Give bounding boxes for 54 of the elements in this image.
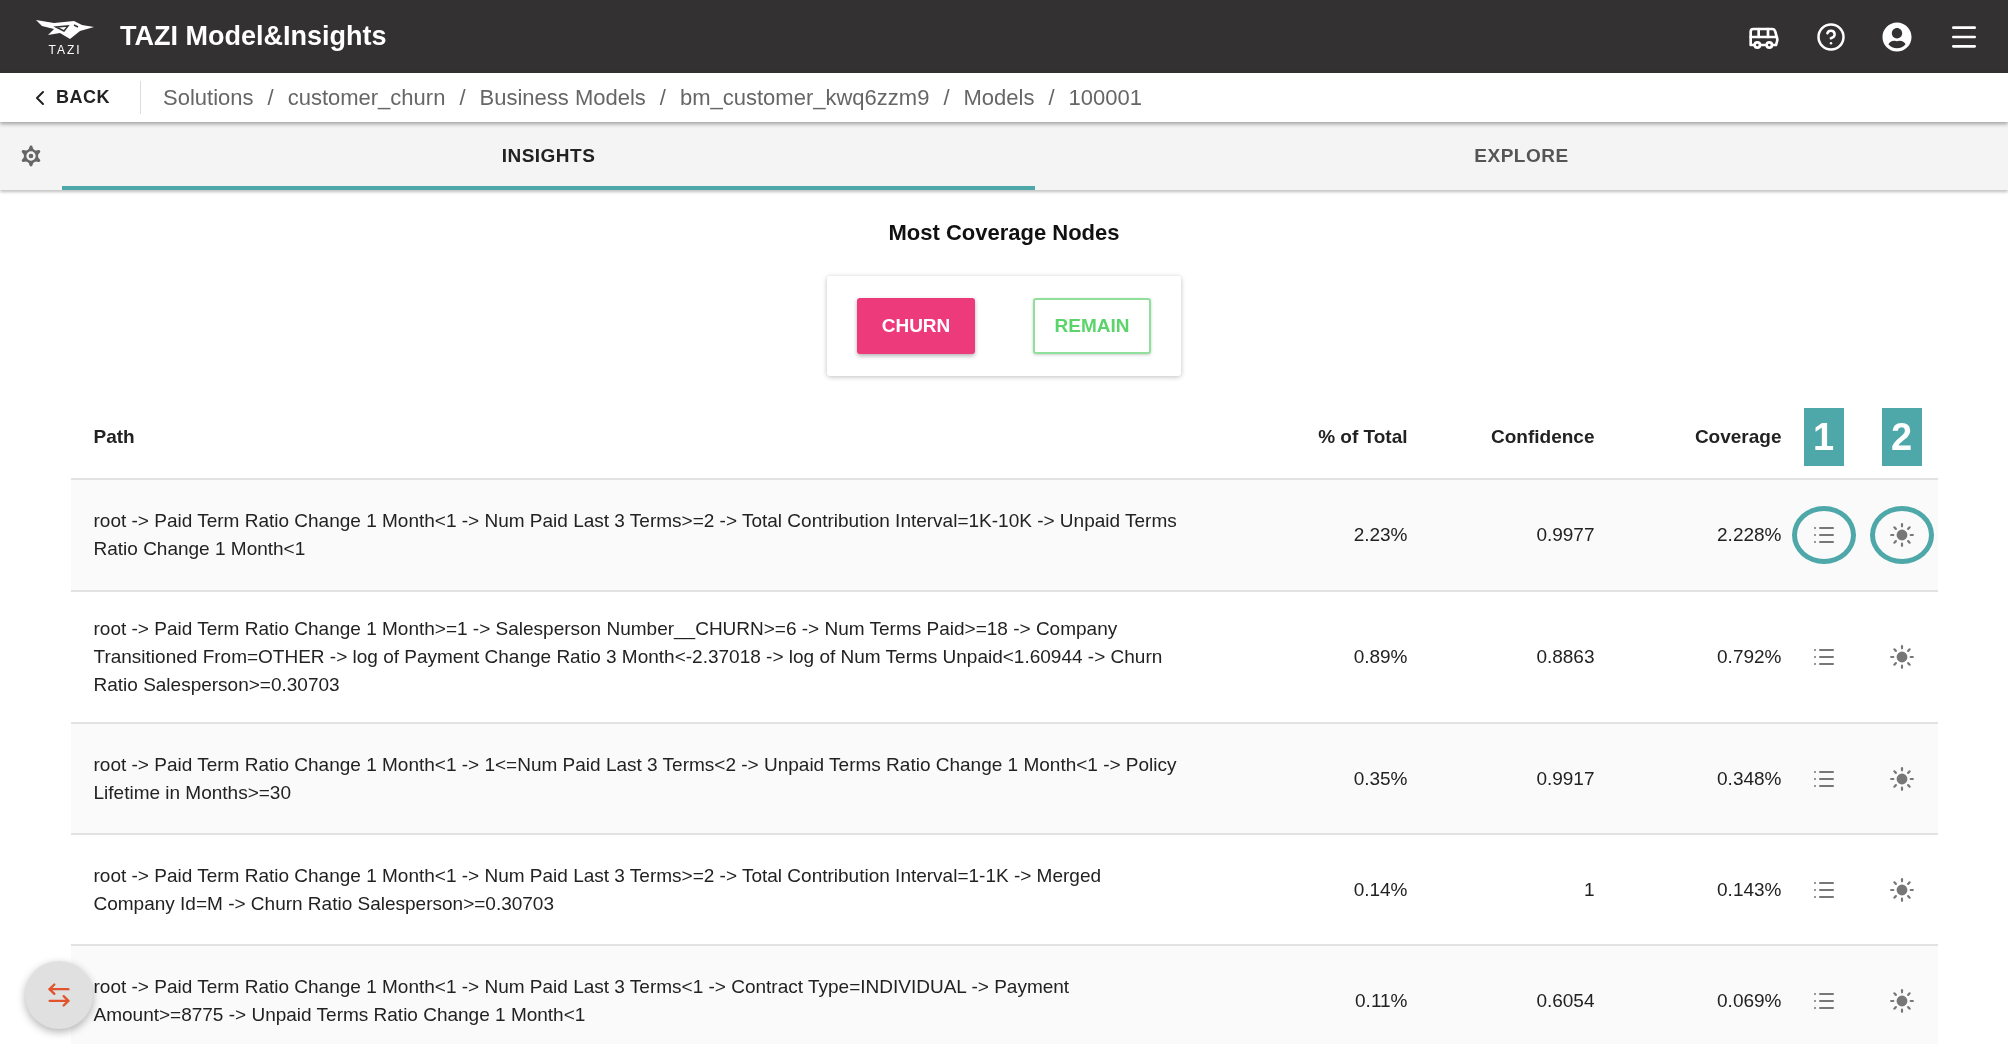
toggle-button[interactable]: CHURN [857,298,975,354]
percent-cell-text: 0.14% [1352,878,1408,901]
sun-icon [1888,876,1915,903]
sun-icon [1888,765,1915,792]
breadcrumb-link[interactable]: Business Models [479,84,646,111]
percent-cell-text: 0.35% [1352,767,1408,790]
breadcrumb-link[interactable]: customer_churn [287,84,446,111]
sun-button[interactable] [1869,506,1934,564]
help-icon[interactable] [1816,21,1846,52]
annotation-badge: 1 [1803,408,1844,466]
annotation-badge: 2 [1881,408,1922,466]
tab[interactable]: EXPLORE [1035,122,2008,190]
breadcrumb-link[interactable]: Models [963,84,1035,111]
path-cell-text: root -> Paid Term Ratio Change 1 Month<1 -> Num Paid Last 3 Terms>=2 -> Total Contribution Interval=1-1K -> Merged Company Id=M -> Churn Ratio Salesperson>=0.30703 [92,863,1103,916]
app-title: TAZI Model&Insights [120,21,388,52]
column-header: Coverage [1693,426,1782,448]
sun-icon [1888,987,1915,1014]
coverage-cell-text: 2.228% [1716,524,1782,546]
breadcrumb-link[interactable]: bm_customer_kwq6zzm9 [679,84,930,111]
percent-cell-text: 0.89% [1352,646,1408,668]
percent-cell-text: 2.23% [1352,524,1408,546]
coverage-cell-text: 0.069% [1716,989,1782,1012]
coverage-cell-text: 0.792% [1716,646,1782,668]
path-cell-text: root -> Paid Term Ratio Change 1 Month<1 -> 1<=Num Paid Last 3 Terms<2 -> Unpaid Terms Ratio Change 1 Month<1 -> Policy Lifetime in Months>=30 [92,752,1178,805]
confidence-cell-text: 0.9917 [1535,767,1595,790]
section-title: Most Coverage Nodes [888,220,1120,246]
list-button[interactable] [1791,506,1856,564]
breadcrumb-link[interactable]: 100001 [1068,84,1142,111]
breadcrumb-separator: / [943,84,950,111]
breadcrumb-separator: / [267,84,274,111]
tab[interactable]: INSIGHTS [62,122,1035,190]
account-icon[interactable] [1882,21,1912,52]
path-cell-text: root -> Paid Term Ratio Change 1 Month>=1 -> Salesperson Number__CHURN>=6 -> Num Terms Paid>=18 -> Company Transitioned From=OTHER -> log of Payment Change Ratio 3 Month<-2.37018 -> log of Num Terms Unpaid<1.60944 -> Churn Ratio Salesperson>=0.30703 [92,617,1164,697]
confidence-cell-text: 1 [1582,878,1595,901]
path-cell-text: root -> Paid Term Ratio Change 1 Month<1 -> Num Paid Last 3 Terms>=2 -> Total Contribution Interval=1K-10K -> Unpaid Terms Ratio Change 1 Month<1 [92,509,1178,561]
confidence-cell-text: 0.6054 [1535,989,1595,1012]
column-header: Path [92,426,136,448]
breadcrumb-separator: / [659,84,666,111]
coverage-cell-text: 0.143% [1716,878,1782,901]
swap-button[interactable] [25,961,93,1029]
confidence-cell-text: 0.8863 [1535,646,1595,668]
column-header: % of Total [1317,426,1408,448]
confidence-cell-text: 0.9977 [1535,524,1595,546]
breadcrumb-separator: / [459,84,466,111]
sun-icon [1888,522,1915,548]
path-cell-text: root -> Paid Term Ratio Change 1 Month<1 -> Num Paid Last 3 Terms<1 -> Contract Type=INDIVIDUAL -> Payment Amount>=8775 -> Unpaid Terms Ratio Change 1 Month<1 [92,974,1071,1027]
breadcrumb-link[interactable]: Solutions [163,84,254,111]
sun-icon [1888,644,1915,670]
column-header: Confidence [1490,426,1595,448]
breadcrumb-separator: / [1048,84,1055,111]
percent-cell-text: 0.11% [1354,989,1408,1012]
back-button[interactable]: BACK [0,81,141,114]
coverage-cell-text: 0.348% [1716,767,1782,790]
logo-text: TAZI [48,42,82,57]
